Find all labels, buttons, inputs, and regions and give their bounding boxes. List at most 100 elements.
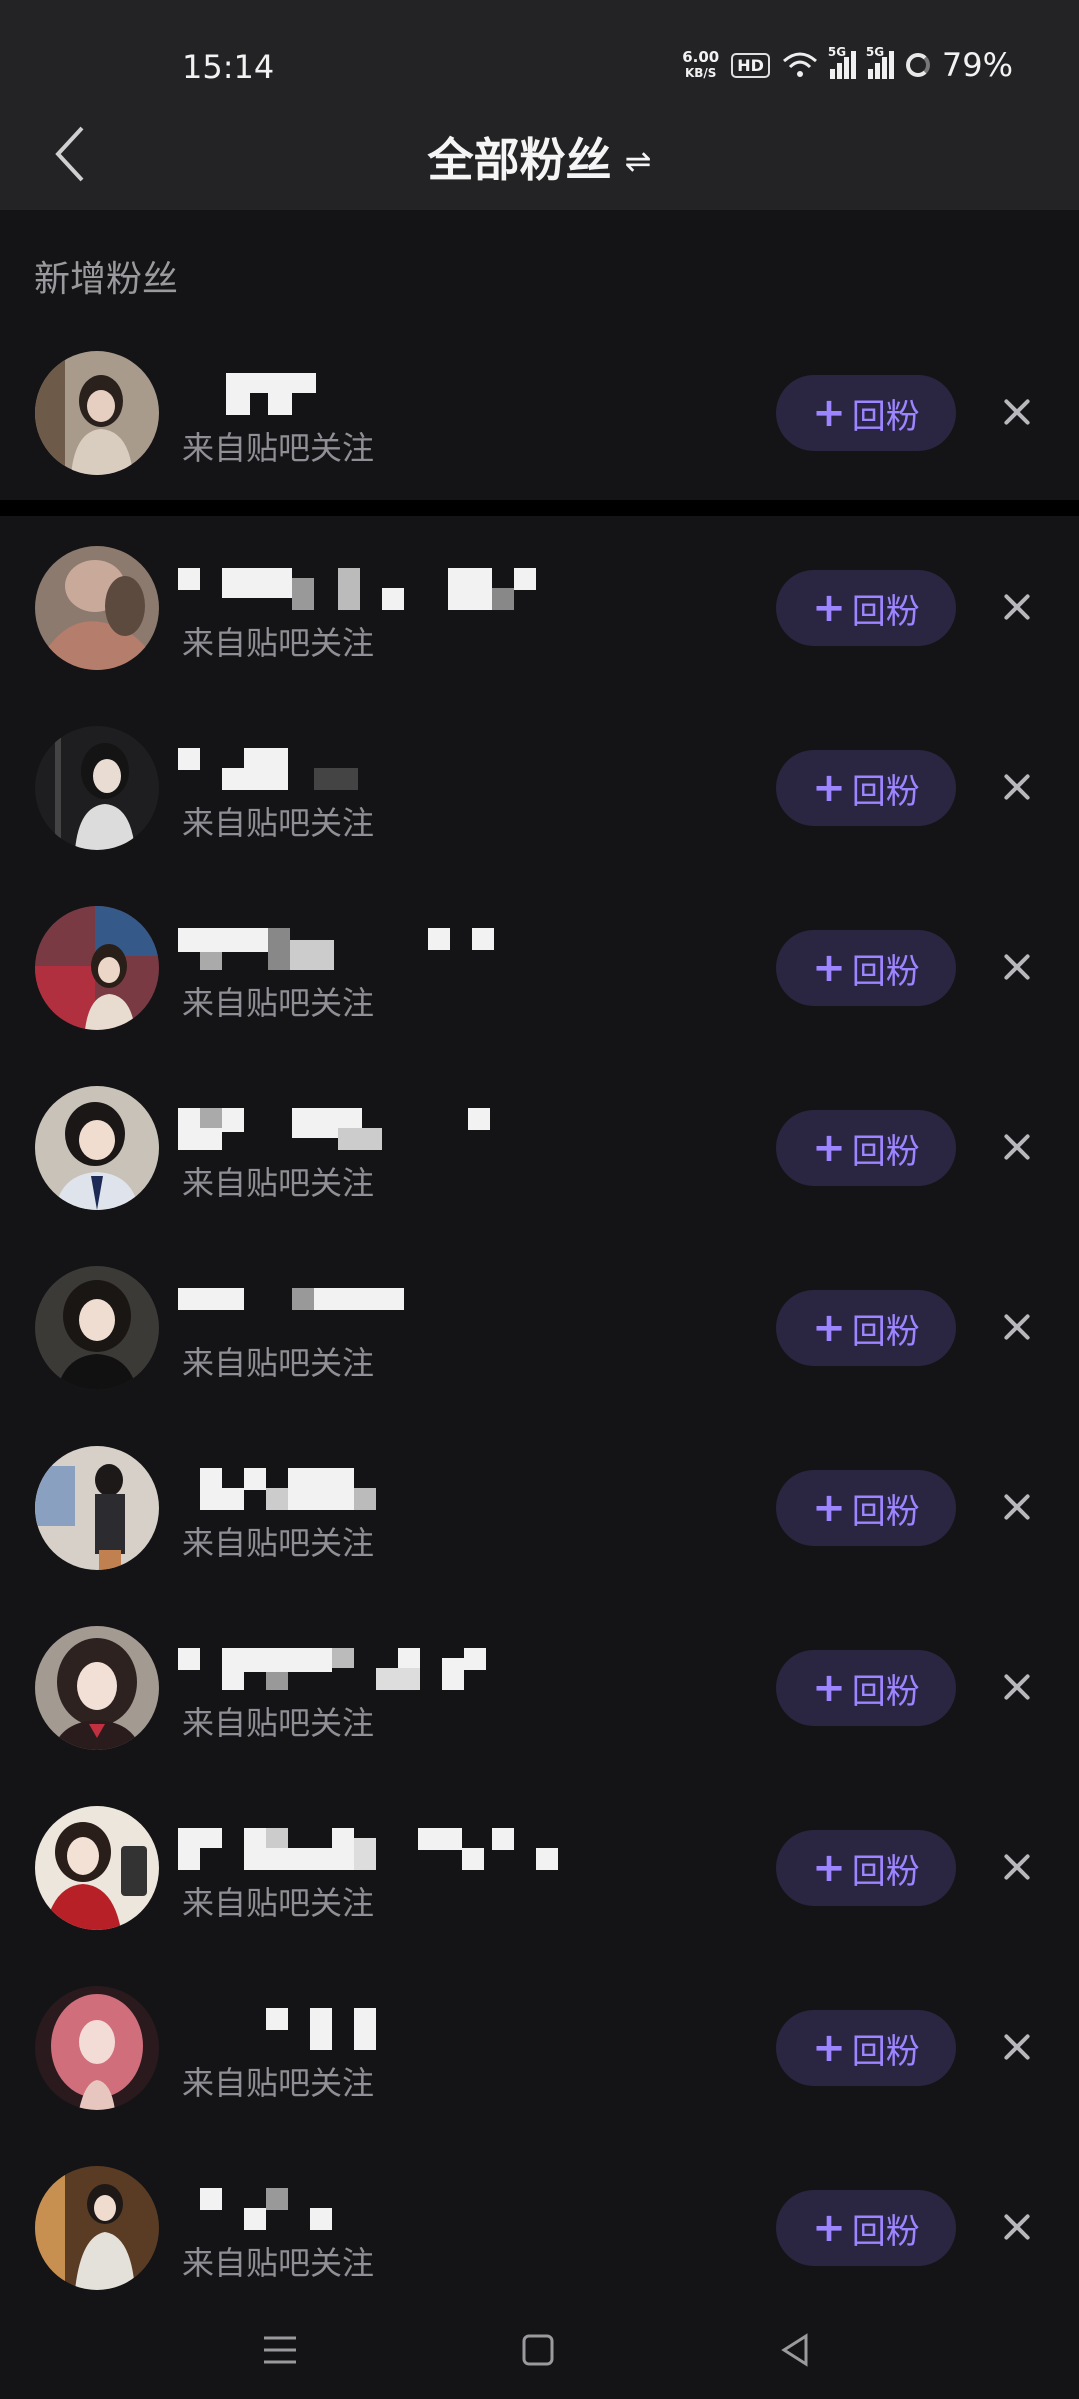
username-redacted <box>178 1288 578 1330</box>
signal-icon-2: 5G <box>866 45 894 79</box>
avatar[interactable] <box>35 1986 159 2110</box>
triangle-back-icon[interactable] <box>772 2326 820 2374</box>
swap-icon[interactable]: ⇌ <box>625 142 652 180</box>
username-redacted <box>178 1468 578 1510</box>
follow-back-button[interactable]: + 回粉 <box>776 1110 956 1186</box>
close-icon[interactable] <box>996 1306 1038 1348</box>
avatar-image <box>35 1446 159 1570</box>
follow-back-button[interactable]: + 回粉 <box>776 1830 956 1906</box>
signal-icon-1: 5G <box>828 45 856 79</box>
follow-back-button[interactable]: + 回粉 <box>776 2190 956 2266</box>
page-title[interactable]: 全部粉丝 <box>428 133 612 187</box>
avatar-image <box>35 546 159 670</box>
fan-source: 来自贴吧关注 <box>182 2064 375 2102</box>
close-icon[interactable] <box>996 1846 1038 1888</box>
follow-back-label: 回粉 <box>851 2031 920 2072</box>
fan-row[interactable]: 来自贴吧关注 + 回粉 <box>0 1958 1079 2138</box>
status-time: 15:14 <box>182 48 275 86</box>
avatar[interactable] <box>35 1806 159 1930</box>
avatar[interactable] <box>35 906 159 1030</box>
username-redacted <box>178 2188 578 2230</box>
system-nav-bar <box>0 2300 1079 2399</box>
follow-back-button[interactable]: + 回粉 <box>776 2010 956 2086</box>
avatar-image <box>35 2166 159 2290</box>
plus-icon: + <box>812 1485 846 1531</box>
section-new-fans: 新增粉丝 <box>34 259 179 300</box>
follow-back-label: 回粉 <box>851 1851 920 1892</box>
fan-source: 来自贴吧关注 <box>182 1524 375 1562</box>
network-speed-value: 6.00 <box>682 48 720 66</box>
plus-icon: + <box>812 765 846 811</box>
fan-row[interactable]: 来自贴吧关注 + 回粉 <box>0 878 1079 1058</box>
network-speed-unit: KB/S <box>684 66 717 80</box>
follow-back-button[interactable]: + 回粉 <box>776 570 956 646</box>
follow-back-label: 回粉 <box>851 591 920 632</box>
username-redacted <box>178 748 578 790</box>
follow-back-button[interactable]: + 回粉 <box>776 375 956 451</box>
plus-icon: + <box>812 585 846 631</box>
square-icon[interactable] <box>514 2326 562 2374</box>
signal-tag-1: 5G <box>827 45 847 59</box>
fan-source: 来自贴吧关注 <box>182 804 375 842</box>
fan-row[interactable]: 来自贴吧关注 + 回粉 <box>0 2138 1079 2318</box>
fan-row[interactable]: 来自贴吧关注 + 回粉 <box>0 698 1079 878</box>
follow-back-label: 回粉 <box>851 396 920 437</box>
fan-source: 来自贴吧关注 <box>182 1884 375 1922</box>
close-icon[interactable] <box>996 1126 1038 1168</box>
username-redacted <box>178 1108 578 1150</box>
follow-back-button[interactable]: + 回粉 <box>776 930 956 1006</box>
username-redacted <box>178 2008 578 2050</box>
avatar[interactable] <box>35 546 159 670</box>
plus-icon: + <box>812 2025 846 2071</box>
battery-icon <box>905 53 930 77</box>
avatar[interactable] <box>35 1086 159 1210</box>
fan-row[interactable]: 来自贴吧关注 + 回粉 <box>0 1238 1079 1418</box>
avatar[interactable] <box>35 351 159 475</box>
fan-row[interactable]: 来自贴吧关注 + 回粉 <box>0 1058 1079 1238</box>
battery-percent: 79% <box>941 46 1013 84</box>
avatar[interactable] <box>35 726 159 850</box>
follow-back-label: 回粉 <box>851 1131 920 1172</box>
close-icon[interactable] <box>996 766 1038 808</box>
fan-source: 来自贴吧关注 <box>182 429 375 467</box>
avatar-image <box>35 1626 159 1750</box>
username-redacted <box>178 1828 578 1870</box>
fan-source: 来自贴吧关注 <box>182 1704 375 1742</box>
follow-back-button[interactable]: + 回粉 <box>776 1290 956 1366</box>
close-icon[interactable] <box>996 946 1038 988</box>
follow-back-button[interactable]: + 回粉 <box>776 1650 956 1726</box>
fan-row[interactable]: 来自贴吧关注 + 回粉 <box>0 1778 1079 1958</box>
fan-row[interactable]: 来自贴吧关注 + 回粉 <box>0 518 1079 698</box>
header: 全部粉丝 ⇌ <box>0 126 1079 210</box>
plus-icon: + <box>812 1845 846 1891</box>
follow-back-label: 回粉 <box>851 1311 920 1352</box>
close-icon[interactable] <box>996 2206 1038 2248</box>
avatar-image <box>35 1266 159 1390</box>
close-icon[interactable] <box>996 586 1038 628</box>
close-icon[interactable] <box>996 1666 1038 1708</box>
fan-source: 来自贴吧关注 <box>182 624 375 662</box>
username-redacted <box>178 1648 578 1690</box>
plus-icon: + <box>812 390 846 436</box>
follow-back-label: 回粉 <box>851 771 920 812</box>
follow-back-button[interactable]: + 回粉 <box>776 750 956 826</box>
fan-row[interactable]: 来自贴吧关注 + 回粉 <box>0 1418 1079 1598</box>
follow-back-label: 回粉 <box>851 1491 920 1532</box>
avatar[interactable] <box>35 2166 159 2290</box>
follow-back-button[interactable]: + 回粉 <box>776 1470 956 1546</box>
fan-row[interactable]: 来自贴吧关注 + 回粉 <box>0 1598 1079 1778</box>
avatar[interactable] <box>35 1626 159 1750</box>
wifi-icon <box>782 52 817 77</box>
title-wrap[interactable]: 全部粉丝 ⇌ <box>0 124 1079 190</box>
close-icon[interactable] <box>996 1486 1038 1528</box>
menu-icon[interactable] <box>256 2326 304 2374</box>
username-redacted <box>178 373 578 415</box>
plus-icon: + <box>812 1125 846 1171</box>
close-icon[interactable] <box>996 391 1038 433</box>
fan-row[interactable]: 来自贴吧关注 + 回粉 <box>0 323 1079 503</box>
plus-icon: + <box>812 945 846 991</box>
username-redacted <box>178 568 578 610</box>
avatar[interactable] <box>35 1446 159 1570</box>
close-icon[interactable] <box>996 2026 1038 2068</box>
avatar[interactable] <box>35 1266 159 1390</box>
